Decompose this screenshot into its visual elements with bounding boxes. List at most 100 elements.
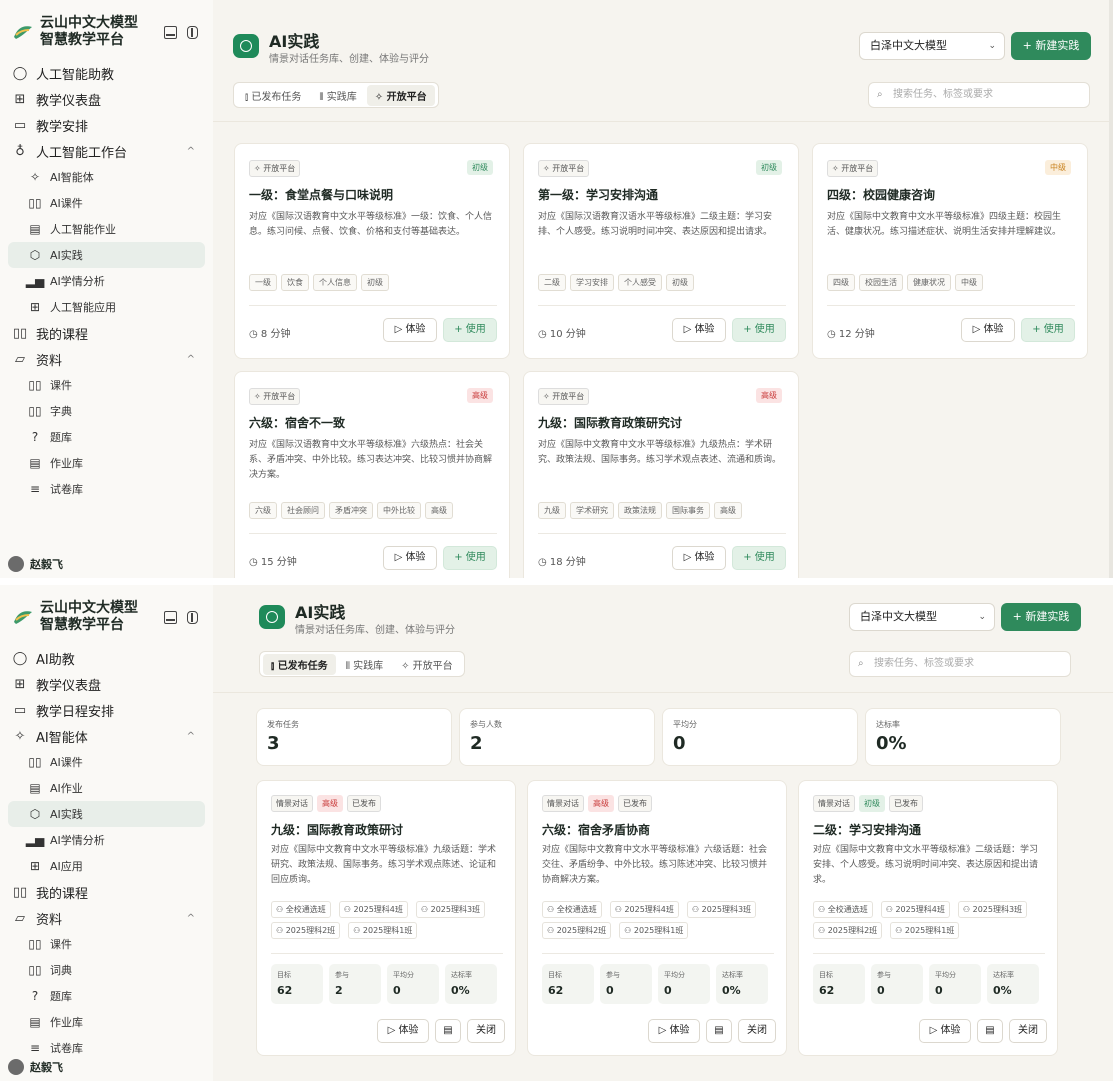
- sidebar-item[interactable]: ▯▯ AI课件: [8, 749, 205, 775]
- metric-box: 平均分 0: [929, 964, 981, 1004]
- use-button[interactable]: + 使用: [443, 318, 497, 342]
- sidebar-item[interactable]: ≡ 试卷库: [8, 476, 205, 502]
- sidebar-item[interactable]: ▂▅ AI学情分析: [8, 827, 205, 853]
- chevron-up-icon[interactable]: ^: [187, 354, 195, 365]
- sidebar-item[interactable]: ⬡ AI实践: [8, 242, 205, 268]
- card-title: 二级：学习安排沟通: [813, 823, 922, 837]
- tab-2[interactable]: ✧ 开放平台: [366, 84, 435, 106]
- sidebar-item[interactable]: ♁ 人工智能工作台 ^: [8, 138, 205, 164]
- sidebar-item[interactable]: ⊞ 教学仪表盘: [8, 86, 205, 112]
- try-button[interactable]: ▷ 体验: [383, 318, 437, 342]
- layout-icon[interactable]: [164, 610, 177, 624]
- user-profile[interactable]: 赵毅飞: [8, 1057, 198, 1077]
- tab-0[interactable]: ⫾ 已发布任务: [263, 653, 336, 675]
- sidebar-item[interactable]: ▯▯ AI课件: [8, 190, 205, 216]
- sidebar-item[interactable]: ⊞ 教学仪表盘: [8, 671, 205, 697]
- user-profile[interactable]: 赵毅飞: [8, 554, 198, 574]
- model-select[interactable]: 白泽中文大模型 ⌄: [849, 603, 995, 631]
- sidebar-item[interactable]: ▭ 教学日程安排: [8, 697, 205, 723]
- sidebar-item[interactable]: ◯ AI助教: [8, 645, 205, 671]
- sidebar-item[interactable]: ▤ AI作业: [8, 775, 205, 801]
- metric-value: 62: [819, 984, 835, 997]
- sidebar-item[interactable]: ✧ AI智能体: [8, 164, 205, 190]
- source-label: 开放平台: [552, 392, 585, 401]
- class-chip: ⚇ 全校通选班: [271, 901, 331, 918]
- card-description: 对应《国际中文教育中文水平等级标准》九级话题：学术研究、政策法规、国际事务。练习…: [271, 845, 497, 885]
- sidebar-item[interactable]: ⬡ AI实践: [8, 801, 205, 827]
- tab-2[interactable]: ✧ 开放平台: [393, 654, 461, 675]
- new-practice-button[interactable]: + 新建实践: [1001, 603, 1081, 631]
- sidebar-item[interactable]: ▤ 人工智能作业: [8, 216, 205, 242]
- sidebar-item[interactable]: ⊞ AI应用: [8, 853, 205, 879]
- try-button[interactable]: ▷ 体验: [919, 1019, 971, 1043]
- stat-value: 2: [470, 733, 483, 754]
- sidebar-toggle-icon[interactable]: [187, 610, 198, 624]
- try-button[interactable]: ▷ 体验: [672, 546, 726, 570]
- apps-icon: ⊞: [29, 300, 41, 314]
- close-button[interactable]: 关闭: [467, 1019, 505, 1043]
- sidebar-item-label: 人工智能应用: [50, 301, 116, 314]
- new-practice-button[interactable]: + 新建实践: [1011, 32, 1091, 60]
- sidebar-toggle-icon[interactable]: [187, 25, 198, 39]
- sidebar-item[interactable]: ▭ 教学安排: [8, 112, 205, 138]
- model-select[interactable]: 白泽中文大模型 ⌄: [859, 32, 1005, 60]
- sparkle-icon: ✧: [29, 170, 41, 184]
- source-chip: ✧ 开放平台: [249, 388, 301, 405]
- close-button[interactable]: 关闭: [738, 1019, 776, 1043]
- report-icon[interactable]: ▤: [435, 1019, 461, 1043]
- tab-0[interactable]: ⫾ 已发布任务: [237, 85, 309, 106]
- sidebar-item[interactable]: ▯▯ 词典: [8, 957, 205, 983]
- report-icon[interactable]: ▤: [977, 1019, 1003, 1043]
- tab-1[interactable]: ⫴ 实践库: [311, 85, 364, 106]
- use-button[interactable]: + 使用: [732, 546, 786, 570]
- sidebar-item[interactable]: ▱ 资料 ^: [8, 905, 205, 931]
- search-input[interactable]: ⌕ 搜索任务、标签或要求: [849, 651, 1071, 677]
- sidebar-item[interactable]: ▯▯ 我的课程: [8, 879, 205, 905]
- model-select-value: 白泽中文大模型: [860, 610, 937, 623]
- chevron-up-icon[interactable]: ^: [187, 146, 195, 157]
- scrollbar[interactable]: [1109, 0, 1113, 578]
- sidebar-item[interactable]: ? 题库: [8, 983, 205, 1009]
- source-chip: ✧ 开放平台: [538, 388, 590, 405]
- chevron-up-icon[interactable]: ^: [187, 731, 195, 742]
- sidebar-item[interactable]: ▯▯ 我的课程: [8, 320, 205, 346]
- sidebar-item-label: AI实践: [50, 249, 83, 262]
- sidebar-item[interactable]: ◯ 人工智能助教: [8, 60, 205, 86]
- stat-value: 3: [267, 733, 280, 754]
- sidebar-item[interactable]: ▯▯ 课件: [8, 931, 205, 957]
- source-tag: ✧ 开放平台: [538, 160, 590, 177]
- tab-1[interactable]: ⫴ 实践库: [338, 654, 391, 675]
- use-button[interactable]: + 使用: [732, 318, 786, 342]
- close-button[interactable]: 关闭: [1009, 1019, 1047, 1043]
- sidebar-item[interactable]: ▤ 作业库: [8, 450, 205, 476]
- sidebar-item[interactable]: ? 题库: [8, 424, 205, 450]
- search-input[interactable]: ⌕ 搜索任务、标签或要求: [868, 82, 1090, 108]
- sidebar-item[interactable]: ✧ AI智能体 ^: [8, 723, 205, 749]
- use-button[interactable]: + 使用: [443, 546, 497, 570]
- page-subtitle: 情景对话任务库、创建、体验与评分: [269, 54, 429, 65]
- tab-label: 开放平台: [386, 91, 427, 103]
- chevron-up-icon[interactable]: ^: [187, 913, 195, 924]
- try-button[interactable]: ▷ 体验: [648, 1019, 700, 1043]
- user-name: 赵毅飞: [30, 558, 63, 571]
- sidebar-item[interactable]: ⊞ 人工智能应用: [8, 294, 205, 320]
- metric-value: 0%: [722, 984, 741, 997]
- sidebar-item[interactable]: ▯▯ 课件: [8, 372, 205, 398]
- try-button[interactable]: ▷ 体验: [672, 318, 726, 342]
- tag: 高级: [714, 502, 742, 519]
- sidebar-item[interactable]: ▯▯ 字典: [8, 398, 205, 424]
- tag: 个人感受: [618, 274, 662, 291]
- file-icon: ▤: [29, 1015, 41, 1029]
- try-button[interactable]: ▷ 体验: [961, 318, 1015, 342]
- page-header: AI实践 情景对话任务库、创建、体验与评分 白泽中文大模型 ⌄ + 新建实践 ⫾ 已发布任…: [213, 585, 1113, 693]
- use-button[interactable]: + 使用: [1021, 318, 1075, 342]
- sidebar-item[interactable]: ▤ 作业库: [8, 1009, 205, 1035]
- class-name: 2025理科3班: [701, 905, 752, 914]
- try-button[interactable]: ▷ 体验: [383, 546, 437, 570]
- card-title: 第一级：学习安排沟通: [538, 188, 659, 202]
- layout-icon[interactable]: [164, 25, 177, 39]
- sidebar-item[interactable]: ▂▅ AI学情分析: [8, 268, 205, 294]
- try-button[interactable]: ▷ 体验: [377, 1019, 429, 1043]
- sidebar-item[interactable]: ▱ 资料 ^: [8, 346, 205, 372]
- report-icon[interactable]: ▤: [706, 1019, 732, 1043]
